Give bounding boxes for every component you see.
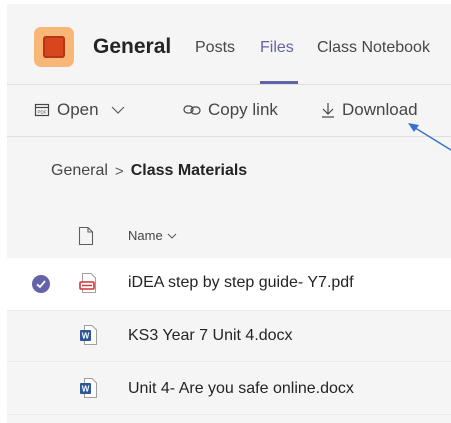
annotation-arrow (408, 123, 451, 151)
